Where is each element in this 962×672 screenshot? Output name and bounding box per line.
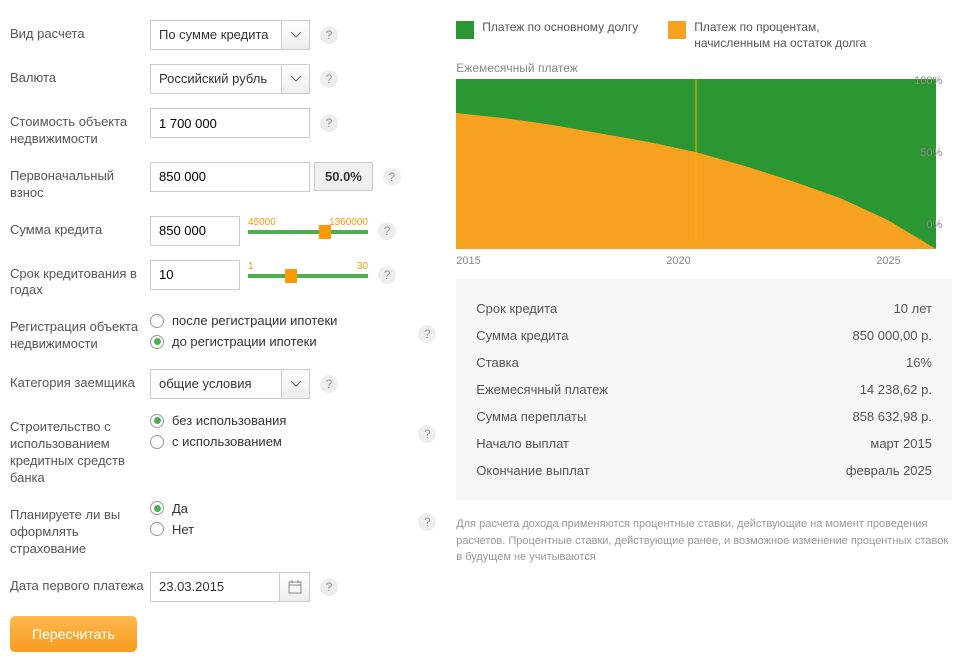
first-payment-date-input[interactable]: 23.03.2015 bbox=[150, 572, 310, 602]
help-icon[interactable]: ? bbox=[418, 425, 436, 443]
term-label: Срок кредитования в годах bbox=[10, 260, 150, 300]
down-payment-input[interactable] bbox=[150, 162, 310, 192]
loan-amount-label: Сумма кредита bbox=[10, 216, 150, 239]
help-icon[interactable]: ? bbox=[320, 578, 338, 596]
result-amount-label: Сумма кредита bbox=[476, 328, 568, 343]
property-cost-label: Стоимость объекта недвижимости bbox=[10, 108, 150, 148]
result-rate-label: Ставка bbox=[476, 355, 519, 370]
chevron-down-icon bbox=[281, 21, 309, 49]
result-term-value: 10 лет bbox=[894, 301, 932, 316]
help-icon[interactable]: ? bbox=[378, 266, 396, 284]
slider-handle[interactable] bbox=[319, 225, 331, 239]
category-select[interactable]: общие условия bbox=[150, 369, 310, 399]
construction-without-radio[interactable]: без использования bbox=[150, 413, 408, 428]
registration-after-radio[interactable]: после регистрации ипотеки bbox=[150, 313, 408, 328]
help-icon[interactable]: ? bbox=[320, 70, 338, 88]
term-input[interactable] bbox=[150, 260, 240, 290]
result-end-label: Окончание выплат bbox=[476, 463, 589, 478]
payment-chart: 100% 50% 0% 2015 2020 2025 bbox=[456, 79, 936, 249]
legend-swatch-interest bbox=[668, 21, 686, 39]
category-label: Категория заемщика bbox=[10, 369, 150, 392]
result-start-label: Начало выплат bbox=[476, 436, 569, 451]
help-icon[interactable]: ? bbox=[383, 168, 401, 186]
chevron-down-icon bbox=[281, 65, 309, 93]
currency-label: Валюта bbox=[10, 64, 150, 87]
result-amount-value: 850 000,00 р. bbox=[852, 328, 932, 343]
result-start-value: март 2015 bbox=[870, 436, 932, 451]
result-rate-value: 16% bbox=[906, 355, 932, 370]
help-icon[interactable]: ? bbox=[320, 26, 338, 44]
insurance-no-radio[interactable]: Нет bbox=[150, 522, 408, 537]
legend-swatch-principal bbox=[456, 21, 474, 39]
chart-legend: Платеж по основному долгу Платеж по проц… bbox=[456, 20, 952, 51]
legend-interest: Платеж по процентам, начисленным на оста… bbox=[694, 20, 894, 51]
down-payment-pct: 50.0% bbox=[314, 162, 373, 191]
loan-amount-slider[interactable] bbox=[248, 230, 368, 234]
property-cost-input[interactable] bbox=[150, 108, 310, 138]
help-icon[interactable]: ? bbox=[320, 375, 338, 393]
construction-with-radio[interactable]: с использованием bbox=[150, 434, 408, 449]
calendar-icon[interactable] bbox=[279, 573, 309, 601]
help-icon[interactable]: ? bbox=[418, 513, 436, 531]
term-slider[interactable] bbox=[248, 274, 368, 278]
help-icon[interactable]: ? bbox=[418, 325, 436, 343]
calc-type-label: Вид расчета bbox=[10, 20, 150, 43]
construction-label: Строительство с использованием кредитных… bbox=[10, 413, 150, 487]
footnote-text: Для расчета дохода применяются процентны… bbox=[456, 516, 952, 566]
legend-principal: Платеж по основному долгу bbox=[482, 20, 638, 36]
down-payment-label: Первоначальный взнос bbox=[10, 162, 150, 202]
slider-handle[interactable] bbox=[285, 269, 297, 283]
calc-type-select[interactable]: По сумме кредита bbox=[150, 20, 310, 50]
results-panel: Срок кредита 10 лет Сумма кредита 850 000,… bbox=[456, 279, 952, 500]
insurance-yes-radio[interactable]: Да bbox=[150, 501, 408, 516]
result-end-value: февраль 2025 bbox=[846, 463, 932, 478]
result-overpay-value: 858 632,98 р. bbox=[852, 409, 932, 424]
result-term-label: Срок кредита bbox=[476, 301, 557, 316]
recalculate-button[interactable]: Пересчитать bbox=[10, 616, 137, 652]
help-icon[interactable]: ? bbox=[320, 114, 338, 132]
result-overpay-label: Сумма переплаты bbox=[476, 409, 586, 424]
loan-amount-input[interactable] bbox=[150, 216, 240, 246]
first-payment-date-label: Дата первого платежа bbox=[10, 572, 150, 595]
insurance-label: Планируете ли вы оформлять страхование bbox=[10, 501, 150, 558]
currency-select[interactable]: Российский рубль bbox=[150, 64, 310, 94]
result-monthly-label: Ежемесячный платеж bbox=[476, 382, 608, 397]
chart-title: Ежемесячный платеж bbox=[456, 61, 952, 75]
registration-before-radio[interactable]: до регистрации ипотеки bbox=[150, 334, 408, 349]
registration-label: Регистрация объекта недвижимости bbox=[10, 313, 150, 353]
loan-form: Вид расчета По сумме кредита ? Валюта Ро… bbox=[10, 20, 436, 652]
chevron-down-icon bbox=[281, 370, 309, 398]
help-icon[interactable]: ? bbox=[378, 222, 396, 240]
result-monthly-value: 14 238,62 р. bbox=[860, 382, 932, 397]
